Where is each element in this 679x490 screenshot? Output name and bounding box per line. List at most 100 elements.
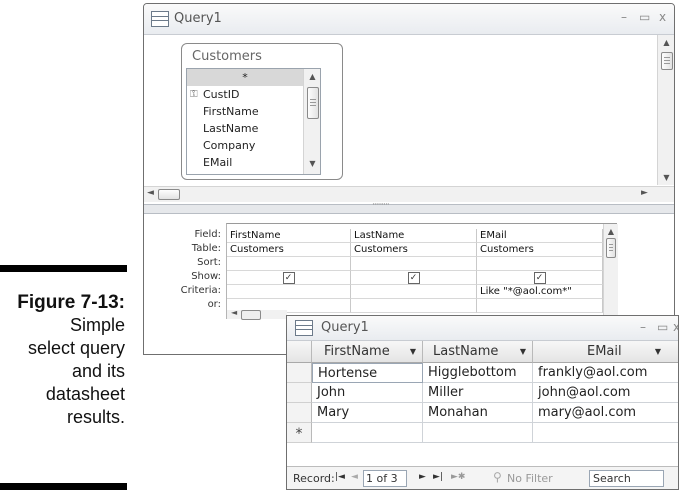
field-list[interactable]: * ⚿ CustID FirstName LastName Company EM…: [186, 68, 321, 175]
column-header-label: FirstName: [324, 344, 390, 359]
next-record-icon[interactable]: ►: [419, 472, 426, 482]
grid-cell-or[interactable]: [351, 299, 477, 313]
scroll-left-icon[interactable]: ◄: [147, 188, 154, 198]
record-position-field[interactable]: 1 of 3: [363, 470, 407, 487]
search-input[interactable]: Search: [589, 470, 664, 487]
prev-record-icon[interactable]: ◄: [351, 472, 358, 482]
column-header-firstname[interactable]: FirstName ▼: [312, 341, 423, 363]
minimize-button[interactable]: –: [640, 320, 646, 334]
field-list-item[interactable]: FirstName: [187, 103, 320, 120]
first-record-icon[interactable]: |◄: [335, 472, 345, 482]
dropdown-arrow-icon[interactable]: ▼: [520, 341, 526, 363]
scroll-up-icon[interactable]: ▲: [604, 225, 618, 239]
column-header-lastname[interactable]: LastName ▼: [423, 341, 533, 363]
column-header-label: LastName: [433, 344, 499, 359]
grid-cell-show[interactable]: ✓: [351, 271, 477, 285]
field-list-item[interactable]: EMail: [187, 154, 320, 171]
restore-button[interactable]: ▭: [639, 10, 650, 24]
table-cell[interactable]: Higglebottom: [423, 363, 533, 383]
table-cell[interactable]: frankly@aol.com: [533, 363, 678, 383]
grid-cell-criteria[interactable]: [227, 285, 351, 299]
close-button[interactable]: x: [673, 320, 678, 334]
close-button[interactable]: x: [659, 10, 666, 24]
scroll-right-icon[interactable]: ►: [641, 188, 648, 198]
dropdown-arrow-icon[interactable]: ▼: [410, 341, 416, 363]
scroll-thumb[interactable]: [158, 189, 180, 200]
caption-rule-top: [0, 265, 127, 272]
caption-line: and its: [71, 361, 125, 381]
minimize-button[interactable]: –: [621, 10, 627, 24]
grid-cell-sort[interactable]: [227, 257, 351, 271]
scroll-thumb[interactable]: [241, 310, 261, 320]
table-cell[interactable]: Hortense: [312, 363, 423, 383]
grid-cell-table[interactable]: Customers: [477, 243, 603, 257]
row-selector[interactable]: [287, 363, 312, 383]
show-checkbox-checked-icon[interactable]: ✓: [533, 272, 546, 284]
table-cell[interactable]: Monahan: [423, 403, 533, 423]
customers-table-box[interactable]: Customers * ⚿ CustID FirstName LastName …: [181, 43, 343, 180]
field-label: FirstName: [203, 105, 259, 118]
scroll-thumb[interactable]: [606, 238, 616, 258]
grid-cell-show[interactable]: ✓: [227, 271, 351, 285]
new-record-cell[interactable]: [312, 423, 423, 443]
record-label: Record:: [293, 472, 335, 485]
grid-label-show: Show:: [191, 271, 221, 282]
field-list-scrollbar[interactable]: ▲ ▼: [303, 69, 320, 174]
scroll-up-icon[interactable]: ▲: [658, 36, 674, 50]
table-cell[interactable]: John: [312, 383, 423, 403]
new-record-cell[interactable]: [533, 423, 678, 443]
grid-cell-sort[interactable]: [351, 257, 477, 271]
upper-pane-hscrollbar[interactable]: ◄ ►: [144, 186, 674, 202]
datasheet-window: Query1 – ▭ x FirstName ▼ LastName ▼ EMai…: [286, 315, 679, 490]
grid-cell-field[interactable]: LastName: [351, 229, 477, 243]
field-list-item[interactable]: Company: [187, 137, 320, 154]
scroll-down-icon[interactable]: ▼: [304, 157, 320, 171]
grid-hscrollbar[interactable]: ◄: [227, 308, 287, 320]
field-list-item[interactable]: *: [187, 69, 303, 86]
funnel-icon[interactable]: ⚲: [493, 470, 502, 484]
new-record-icon[interactable]: ►✱: [451, 472, 465, 482]
show-checkbox-checked-icon[interactable]: ✓: [282, 272, 295, 284]
column-header-email[interactable]: EMail ▼: [533, 341, 678, 363]
scroll-down-icon[interactable]: ▼: [658, 171, 674, 185]
restore-button[interactable]: ▭: [657, 320, 668, 334]
field-label: EMail: [203, 156, 233, 169]
table-box-title: Customers: [192, 49, 262, 64]
field-list-item[interactable]: ⚿ CustID: [187, 86, 320, 103]
field-label: LastName: [203, 122, 259, 135]
grid-cell-table[interactable]: Customers: [227, 243, 351, 257]
grid-cell-criteria[interactable]: [351, 285, 477, 299]
pane-splitter[interactable]: ·········: [144, 200, 674, 214]
grid-cell-table[interactable]: Customers: [351, 243, 477, 257]
grid-cell-show[interactable]: ✓: [477, 271, 603, 285]
filter-status[interactable]: No Filter: [507, 472, 553, 485]
last-record-icon[interactable]: ►|: [433, 472, 443, 482]
table-cell[interactable]: mary@aol.com: [533, 403, 678, 423]
grid-cell-field[interactable]: FirstName: [227, 229, 351, 243]
select-all-corner[interactable]: [287, 341, 312, 363]
scroll-up-icon[interactable]: ▲: [304, 70, 320, 84]
show-checkbox-checked-icon[interactable]: ✓: [407, 272, 420, 284]
dropdown-arrow-icon[interactable]: ▼: [655, 341, 661, 363]
column-header-label: EMail: [587, 344, 622, 359]
new-record-cell[interactable]: [423, 423, 533, 443]
upper-pane-vscrollbar[interactable]: ▲ ▼: [657, 35, 674, 185]
grid-vscrollbar[interactable]: ▲: [603, 224, 618, 319]
grid-label-or: or:: [207, 299, 221, 310]
table-cell[interactable]: john@aol.com: [533, 383, 678, 403]
scroll-thumb[interactable]: [307, 87, 319, 119]
scroll-thumb[interactable]: [661, 52, 673, 70]
grid-cell-or[interactable]: [477, 299, 603, 313]
row-selector[interactable]: [287, 403, 312, 423]
grid-cell-criteria[interactable]: Like "*@aol.com*": [477, 285, 603, 299]
query-title: Query1: [174, 11, 222, 26]
new-record-marker[interactable]: *: [287, 423, 312, 443]
caption-rule-bottom: [0, 483, 127, 490]
row-selector[interactable]: [287, 383, 312, 403]
table-cell[interactable]: Mary: [312, 403, 423, 423]
field-list-item[interactable]: LastName: [187, 120, 320, 137]
grid-cell-field[interactable]: EMail: [477, 229, 603, 243]
table-cell[interactable]: Miller: [423, 383, 533, 403]
scroll-left-icon[interactable]: ◄: [231, 308, 237, 317]
grid-cell-sort[interactable]: [477, 257, 603, 271]
